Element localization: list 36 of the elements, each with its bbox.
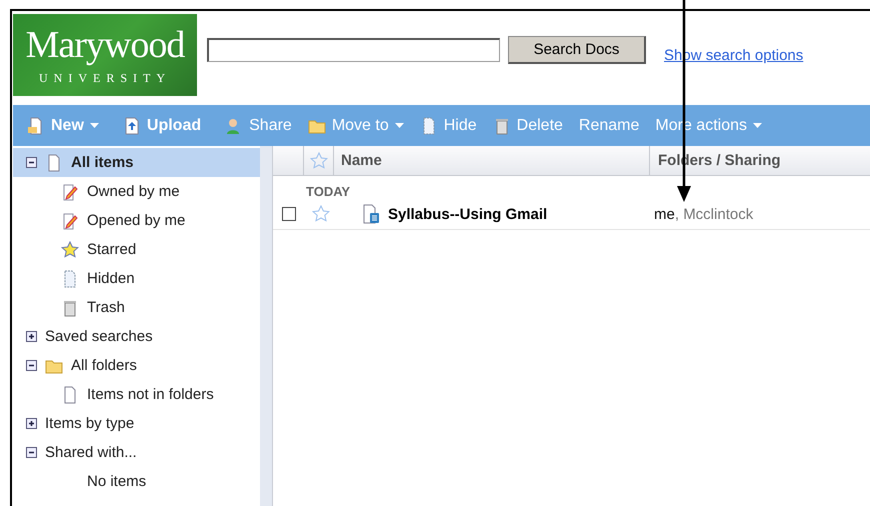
sidebar-item[interactable]: All items <box>13 148 260 177</box>
caret-icon <box>752 122 762 128</box>
sidebar-icon <box>61 298 79 316</box>
sidebar-item[interactable]: Hidden <box>13 264 260 293</box>
collapse-icon[interactable] <box>26 157 37 168</box>
sidebar-item[interactable]: Items by type <box>13 409 260 438</box>
caret-icon <box>90 122 99 128</box>
row-checkbox[interactable] <box>282 207 296 221</box>
sidebar-item[interactable]: Trash <box>13 293 260 322</box>
sidebar-icon <box>61 240 79 258</box>
sidebar-item[interactable]: Saved searches <box>13 322 260 351</box>
sidebar-item[interactable]: All folders <box>13 351 260 380</box>
document-name[interactable]: Syllabus--Using Gmail <box>388 206 654 222</box>
university-logo: Marywood UNIVERSITY <box>13 14 197 96</box>
star-icon[interactable] <box>312 205 330 223</box>
document-icon <box>362 204 380 224</box>
sidebar-item[interactable]: Items not in folders <box>13 380 260 409</box>
toolbar-icon <box>122 116 141 134</box>
caret-icon <box>394 122 404 128</box>
sidebar-item[interactable]: Starred <box>13 235 260 264</box>
sidebar-item[interactable]: No items <box>13 467 260 496</box>
search-field[interactable] <box>207 38 500 62</box>
sidebar-item[interactable]: Opened by me <box>13 206 260 235</box>
collapse-icon[interactable] <box>26 447 37 458</box>
expand-icon[interactable] <box>26 418 37 429</box>
search-docs-button[interactable]: Search Docs <box>508 36 646 64</box>
sharing-info: me, Mcclintock <box>654 206 754 222</box>
column-header[interactable]: Name <box>341 152 382 169</box>
collapse-icon[interactable] <box>26 360 37 371</box>
expand-icon[interactable] <box>26 331 37 342</box>
sidebar-icon <box>61 212 79 230</box>
sidebar-icon <box>61 182 79 200</box>
sidebar-item[interactable]: Shared with... <box>13 438 260 467</box>
sidebar-item[interactable]: Owned by me <box>13 177 260 206</box>
star-icon[interactable] <box>310 152 328 170</box>
group-heading: TODAY <box>306 184 352 199</box>
